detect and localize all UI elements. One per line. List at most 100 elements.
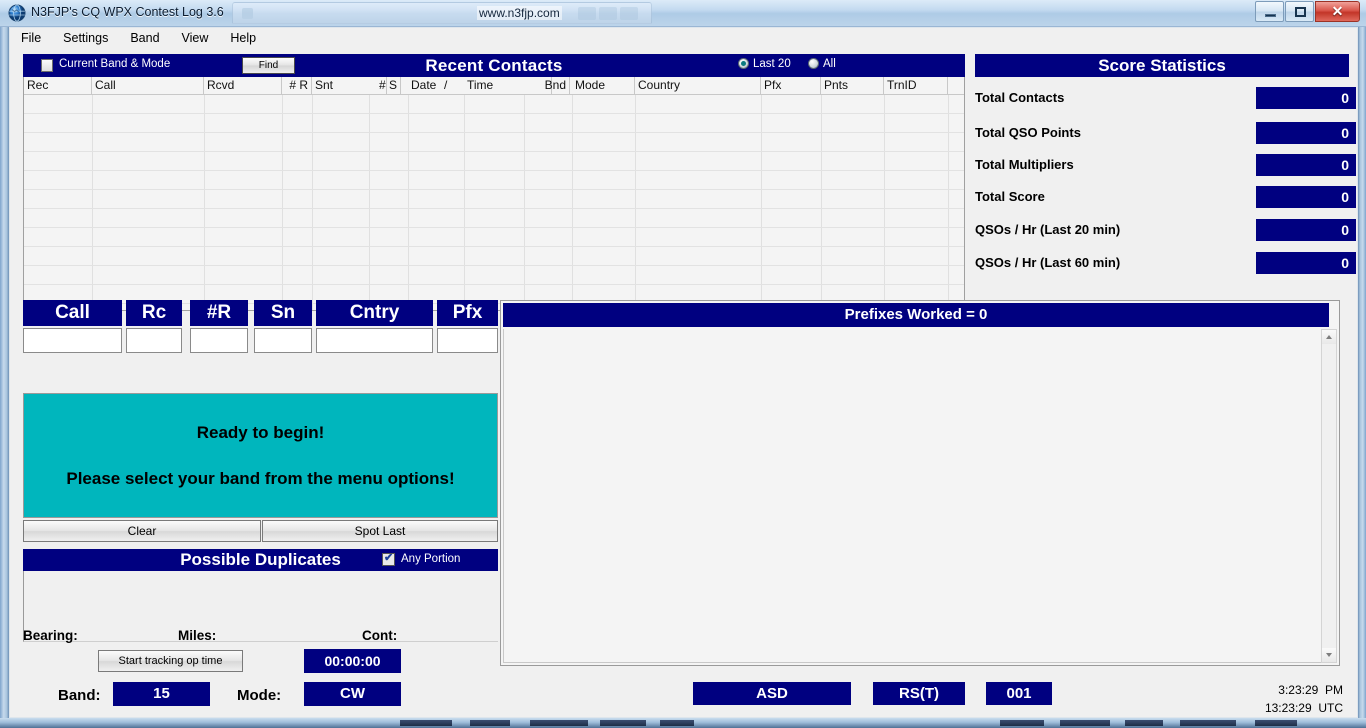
sn-input[interactable] — [254, 328, 312, 353]
spot-last-button[interactable]: Spot Last — [262, 520, 498, 542]
possible-duplicates-header: Possible Duplicates Any Portion — [23, 549, 498, 571]
minimize-icon — [1265, 14, 1276, 17]
rst-field[interactable]: RS(T) — [873, 682, 965, 705]
start-tracking-op-time-button[interactable]: Start tracking op time — [98, 650, 243, 672]
table-row[interactable] — [24, 266, 964, 285]
maximize-button[interactable] — [1285, 1, 1314, 22]
close-icon: ✕ — [1331, 3, 1344, 19]
menu-band[interactable]: Band — [119, 28, 170, 49]
mode-value[interactable]: CW — [304, 682, 401, 706]
status-message-line2: Please select your band from the menu op… — [66, 468, 455, 488]
radio-unselected-icon — [808, 58, 819, 69]
status-message-line1: Ready to begin! — [196, 422, 325, 442]
stat-qsos-hr-60: QSOs / Hr (Last 60 min) 0 — [975, 252, 1356, 274]
mode-label: Mode: — [237, 687, 282, 704]
column-header-num-r[interactable]: # R — [282, 77, 312, 95]
column-header-call[interactable]: Call — [92, 77, 204, 95]
table-row[interactable] — [24, 190, 964, 209]
grid-body[interactable] — [24, 95, 964, 310]
rc-input[interactable] — [126, 328, 182, 353]
stat-label: Total Score — [975, 189, 1045, 204]
window-border-left — [0, 0, 9, 728]
cont-label: Cont: — [362, 628, 398, 643]
entry-call: Call — [23, 300, 122, 353]
column-header-bnd[interactable]: Bnd — [524, 77, 570, 95]
menu-help[interactable]: Help — [219, 28, 267, 49]
stat-total-multipliers: Total Multipliers 0 — [975, 154, 1356, 176]
table-row[interactable] — [24, 133, 964, 152]
table-row[interactable] — [24, 228, 964, 247]
recent-contacts-header: Current Band & Mode Find Recent Contacts… — [23, 54, 965, 77]
score-statistics-title: Score Statistics — [975, 54, 1349, 77]
window-title: N3FJP's CQ WPX Contest Log 3.6 — [31, 5, 224, 19]
minimize-button[interactable] — [1255, 1, 1284, 22]
bearing-label: Bearing: — [23, 628, 78, 643]
close-button[interactable]: ✕ — [1315, 1, 1360, 22]
globe-icon — [8, 4, 26, 22]
cntry-input[interactable] — [316, 328, 433, 353]
stat-qsos-hr-20: QSOs / Hr (Last 20 min) 0 — [975, 219, 1356, 241]
local-time-suffix: PM — [1325, 683, 1343, 697]
clear-button[interactable]: Clear — [23, 520, 261, 542]
table-row[interactable] — [24, 95, 964, 114]
column-header-pnts[interactable]: Pnts — [821, 77, 884, 95]
band-label: Band: — [58, 687, 101, 704]
title-bar[interactable]: N3FJP's CQ WPX Contest Log 3.6 www.n3fjp… — [0, 0, 1366, 27]
prefixes-scrollbar[interactable] — [1321, 329, 1337, 663]
menu-settings[interactable]: Settings — [52, 28, 119, 49]
column-header-pfx[interactable]: Pfx — [761, 77, 821, 95]
possible-duplicates-list[interactable] — [23, 571, 498, 642]
client-area: File Settings Band View Help Current Ban… — [9, 27, 1358, 718]
filter-all-radio[interactable]: All — [808, 58, 836, 70]
any-portion-checkbox[interactable] — [382, 551, 395, 566]
scroll-down-arrow-icon[interactable] — [1322, 648, 1336, 662]
band-value[interactable]: 15 — [113, 682, 210, 706]
radio-selected-icon — [738, 58, 749, 69]
stat-label: QSOs / Hr (Last 20 min) — [975, 222, 1121, 237]
background-window[interactable] — [232, 2, 652, 24]
column-header-rec[interactable]: Rec — [24, 77, 92, 95]
serial-field[interactable]: 001 — [986, 682, 1052, 705]
stat-total-qso-points: Total QSO Points 0 — [975, 122, 1356, 144]
entry-numr-label: #R — [190, 300, 248, 326]
status-message-panel: Ready to begin! Please select your band … — [23, 393, 498, 518]
stat-value: 0 — [1256, 122, 1356, 144]
entry-sn: Sn — [254, 300, 312, 353]
prefixes-worked-list[interactable] — [503, 329, 1329, 663]
entry-pfx-label: Pfx — [437, 300, 498, 326]
scroll-up-arrow-icon[interactable] — [1322, 330, 1336, 344]
column-header-date[interactable]: Date — [408, 77, 438, 95]
numr-input[interactable] — [190, 328, 248, 353]
stat-label: Total QSO Points — [975, 125, 1081, 140]
table-row[interactable] — [24, 152, 964, 171]
column-header-trnid[interactable]: TrnID — [884, 77, 948, 95]
utc-time-suffix: UTC — [1318, 701, 1343, 715]
stat-value: 0 — [1256, 252, 1356, 274]
any-portion-label: Any Portion — [401, 553, 461, 565]
pfx-input[interactable] — [437, 328, 498, 353]
column-header-rcvd[interactable]: Rcvd — [204, 77, 282, 95]
column-header-num-s[interactable]: # S — [369, 77, 401, 95]
grid-header-row: Rec Call Rcvd # R Snt # S Date / Time Bn… — [24, 77, 964, 95]
stat-label: Total Contacts — [975, 90, 1065, 105]
stat-total-score: Total Score 0 — [975, 186, 1356, 208]
local-time-value: 3:23:29 — [1278, 683, 1319, 697]
table-row[interactable] — [24, 114, 964, 133]
call-input[interactable] — [23, 328, 122, 353]
maximize-icon — [1295, 7, 1306, 17]
table-row[interactable] — [24, 171, 964, 190]
menu-file[interactable]: File — [10, 28, 52, 49]
entry-rc: Rc — [126, 300, 182, 353]
prefixes-worked-title: Prefixes Worked = 0 — [503, 303, 1329, 327]
table-row[interactable] — [24, 209, 964, 228]
column-header-country[interactable]: Country — [635, 77, 761, 95]
filter-all-label: All — [823, 58, 836, 70]
filter-last20-radio[interactable]: Last 20 — [738, 58, 791, 70]
menu-view[interactable]: View — [171, 28, 220, 49]
op-time-value: 00:00:00 — [304, 649, 401, 673]
entry-sn-label: Sn — [254, 300, 312, 326]
table-row[interactable] — [24, 247, 964, 266]
exchange-field[interactable]: ASD — [693, 682, 851, 705]
column-header-mode[interactable]: Mode — [572, 77, 635, 95]
recent-contacts-grid[interactable]: Rec Call Rcvd # R Snt # S Date / Time Bn… — [23, 77, 965, 311]
